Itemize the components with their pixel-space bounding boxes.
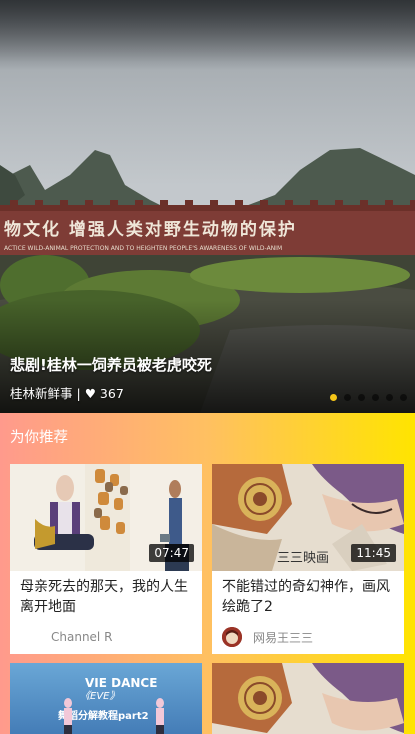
featured-source: 桂林新鲜事 [10,386,73,401]
author-name: 网易王三三 [253,630,314,645]
video-thumbnail[interactable]: 07:47 [10,464,202,571]
carousel-dot[interactable] [358,394,365,401]
section-title: 为你推荐 [10,430,68,446]
author-name: Channel R [51,630,113,644]
featured-likes: ♥ 367 [84,386,124,401]
video-card[interactable] [212,663,404,734]
video-author[interactable]: Channel R [10,617,202,647]
featured-image: 物文化 增强人类对野生动物的保护 ACTICE WILD-ANIMAL PROT… [0,0,415,413]
video-thumbnail[interactable] [212,663,404,734]
video-author[interactable]: 网易王三三 [212,617,404,647]
meta-separator: | [76,386,81,401]
carousel-dot[interactable] [386,394,393,401]
featured-meta: 桂林新鲜事 | ♥ 367 [10,383,124,402]
video-thumbnail[interactable]: 三三映画 11:45 [212,464,404,571]
carousel-dot[interactable] [344,394,351,401]
recommend-section: 为你推荐 07:47 母亲死去的那天，我的人生离开地面 Channel R 三三… [0,413,415,734]
video-duration: 11:45 [351,544,396,562]
svg-text:VIE DANCE: VIE DANCE [85,676,157,690]
author-avatar [222,627,242,647]
carousel-indicator [330,394,407,401]
video-thumbnail[interactable]: VIE DANCE 《EVE》 舞蹈分解教程part2 [10,663,202,734]
carousel-dot-active[interactable] [330,394,337,401]
svg-text:《EVE》: 《EVE》 [80,690,119,702]
video-duration: 07:47 [149,544,194,562]
featured-banner[interactable]: 物文化 增强人类对野生动物的保护 ACTICE WILD-ANIMAL PROT… [0,0,415,413]
featured-title[interactable]: 悲剧!桂林一饲养员被老虎咬死 [10,354,212,375]
video-title[interactable]: 不能错过的奇幻神作，画风绘跪了2 [212,571,404,617]
banner-wall-text: 物文化 增强人类对野生动物的保护 [4,219,297,240]
video-card[interactable]: VIE DANCE 《EVE》 舞蹈分解教程part2 [10,663,202,734]
author-avatar [20,627,40,647]
carousel-dot[interactable] [372,394,379,401]
video-card[interactable]: 07:47 母亲死去的那天，我的人生离开地面 Channel R [10,464,202,654]
thumb-caption: 三三映画 [277,551,329,566]
video-title[interactable]: 母亲死去的那天，我的人生离开地面 [10,571,202,617]
video-card[interactable]: 三三映画 11:45 不能错过的奇幻神作，画风绘跪了2 网易王三三 [212,464,404,654]
carousel-dot[interactable] [400,394,407,401]
banner-wall-subtext: ACTICE WILD-ANIMAL PROTECTION AND TO HEI… [4,245,282,252]
